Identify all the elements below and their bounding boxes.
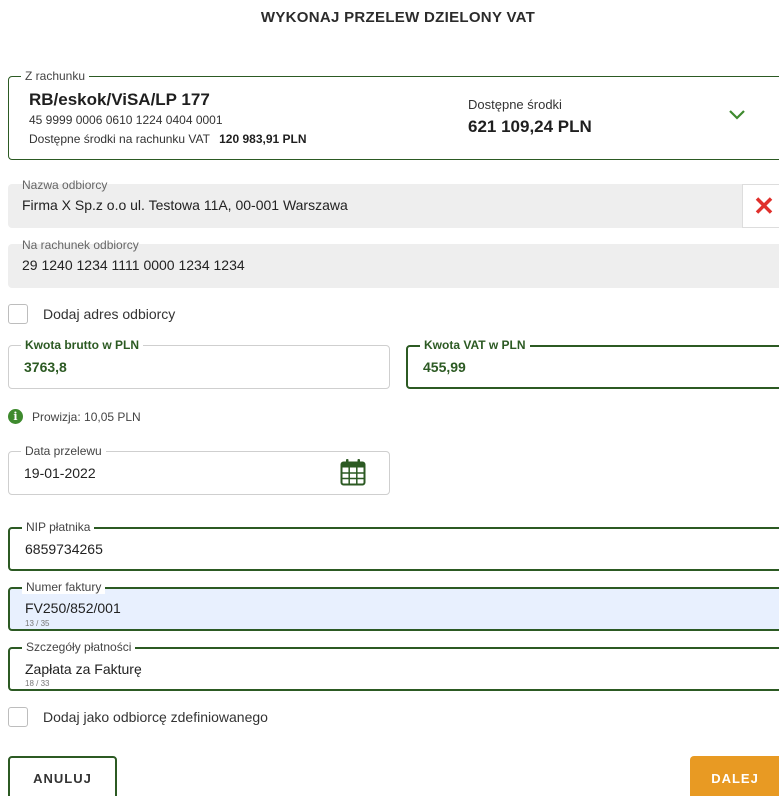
payment-details-char-counter: 18 / 33 bbox=[25, 679, 50, 688]
invoice-char-counter: 13 / 35 bbox=[25, 619, 50, 628]
payment-details-value: Zapłata za Fakturę bbox=[25, 661, 142, 677]
page-title: WYKONAJ PRZELEW DZIELONY VAT bbox=[260, 9, 536, 26]
add-defined-recipient-checkbox[interactable] bbox=[8, 707, 28, 727]
account-number: 45 9999 0006 0610 1224 0404 0001 bbox=[29, 113, 223, 127]
payment-details-input[interactable]: Szczegóły płatności Zapłata za Fakturę 1… bbox=[8, 640, 779, 691]
chevron-down-icon[interactable] bbox=[727, 107, 747, 123]
vat-amount-value: 455,99 bbox=[423, 359, 466, 375]
add-address-row: Dodaj adres odbiorcy bbox=[8, 304, 175, 324]
commission-info: i Prowizja: 10,05 PLN bbox=[8, 409, 141, 424]
gross-amount-label: Kwota brutto w PLN bbox=[21, 338, 143, 352]
recipient-name-value: Firma X Sp.z o.o ul. Testowa 11A, 00-001… bbox=[22, 197, 348, 213]
invoice-number-label: Numer faktury bbox=[22, 580, 106, 594]
add-defined-recipient-label[interactable]: Dodaj jako odbiorcę zdefiniowanego bbox=[43, 709, 268, 725]
close-icon: ✕ bbox=[753, 191, 775, 221]
vat-amount-input[interactable]: Kwota VAT w PLN 455,99 bbox=[406, 338, 779, 389]
add-address-label[interactable]: Dodaj adres odbiorcy bbox=[43, 306, 175, 322]
add-address-checkbox[interactable] bbox=[8, 304, 28, 324]
gross-amount-value: 3763,8 bbox=[24, 359, 67, 375]
transfer-date-value: 19-01-2022 bbox=[24, 465, 96, 481]
vat-balance-amount: 120 983,91 PLN bbox=[219, 132, 307, 146]
info-icon: i bbox=[8, 409, 23, 424]
recipient-account-label: Na rachunek odbiorcy bbox=[22, 238, 139, 252]
invoice-number-input[interactable]: Numer faktury FV250/852/001 13 / 35 bbox=[8, 580, 779, 631]
available-funds-label: Dostępne środki bbox=[468, 97, 562, 112]
vat-amount-label: Kwota VAT w PLN bbox=[420, 338, 530, 352]
add-defined-row: Dodaj jako odbiorcę zdefiniowanego bbox=[8, 707, 268, 727]
commission-text: Prowizja: 10,05 PLN bbox=[32, 409, 141, 424]
available-funds-amount: 621 109,24 PLN bbox=[468, 117, 592, 136]
vat-balance-label: Dostępne środki na rachunku VAT bbox=[29, 132, 210, 146]
payer-nip-value: 6859734265 bbox=[25, 541, 103, 557]
recipient-account-value: 29 1240 1234 1111 0000 1234 1234 bbox=[22, 257, 245, 273]
gross-amount-input[interactable]: Kwota brutto w PLN 3763,8 bbox=[8, 338, 390, 389]
cancel-button[interactable]: ANULUJ bbox=[8, 756, 117, 796]
invoice-number-value: FV250/852/001 bbox=[25, 600, 121, 616]
transfer-date-field[interactable]: Data przelewu 19-01-2022 bbox=[8, 444, 390, 495]
next-button[interactable]: DALEJ bbox=[690, 756, 779, 796]
recipient-name-label: Nazwa odbiorcy bbox=[22, 178, 108, 192]
recipient-account-field: Na rachunek odbiorcy 29 1240 1234 1111 0… bbox=[8, 238, 779, 288]
clear-recipient-button[interactable]: ✕ bbox=[742, 184, 779, 228]
account-name: RB/eskok/ViSA/LP 177 bbox=[29, 90, 210, 109]
from-account-legend: Z rachunku bbox=[21, 69, 90, 83]
transfer-date-label: Data przelewu bbox=[21, 444, 106, 458]
from-account-selector[interactable]: Z rachunku RB/eskok/ViSA/LP 177 45 9999 … bbox=[8, 69, 779, 160]
recipient-name-field[interactable]: Nazwa odbiorcy Firma X Sp.z o.o ul. Test… bbox=[8, 178, 779, 228]
payment-details-label: Szczegóły płatności bbox=[22, 640, 136, 654]
calendar-icon[interactable] bbox=[340, 458, 366, 486]
payer-nip-input[interactable]: NIP płatnika 6859734265 bbox=[8, 520, 779, 571]
vat-balance-row: Dostępne środki na rachunku VAT 120 983,… bbox=[29, 132, 307, 146]
payer-nip-label: NIP płatnika bbox=[22, 520, 95, 534]
